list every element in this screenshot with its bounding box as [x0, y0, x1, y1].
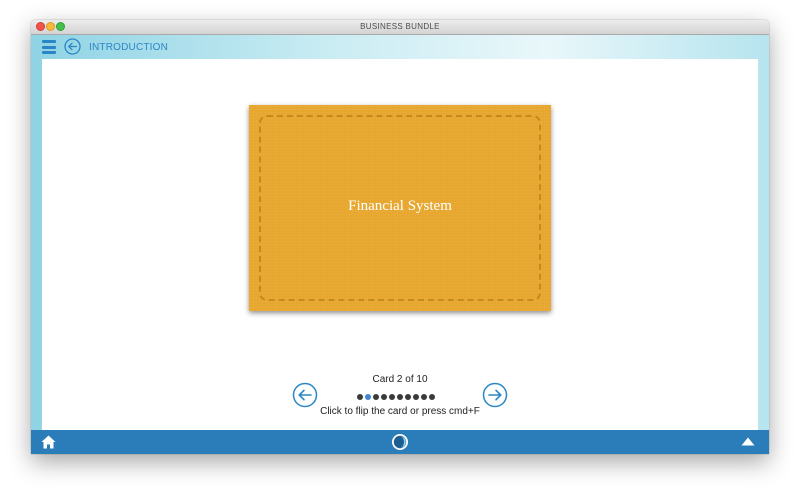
title-bar: BUSINESS BUNDLE	[31, 20, 769, 35]
pagination-dot[interactable]	[397, 394, 403, 400]
pagination-dot[interactable]	[389, 394, 395, 400]
card-area: Financial System Card 2 of 10 Click to f…	[42, 59, 758, 430]
hamburger-icon[interactable]	[42, 40, 56, 54]
pagination-dot[interactable]	[413, 394, 419, 400]
card-counter: Card 2 of 10	[372, 374, 428, 385]
pagination-dot[interactable]	[357, 394, 363, 400]
pagination-dots	[357, 394, 435, 400]
pagination-dot[interactable]	[421, 394, 427, 400]
caret-up-icon[interactable]	[741, 437, 755, 446]
home-icon[interactable]	[41, 435, 56, 449]
flip-hint: Click to flip the card or press cmd+F	[320, 406, 480, 417]
bottom-bar	[31, 430, 769, 454]
pagination-dot[interactable]	[429, 394, 435, 400]
card-text: Financial System	[348, 198, 452, 214]
app-window: BUSINESS BUNDLE INTRODUCTION Financial S…	[31, 20, 769, 454]
next-card-button[interactable]	[482, 382, 508, 408]
page-title: INTRODUCTION	[89, 42, 169, 53]
pagination-dot[interactable]	[405, 394, 411, 400]
pagination-dot[interactable]	[381, 394, 387, 400]
header-bar: INTRODUCTION	[31, 35, 769, 59]
app-logo-icon	[392, 434, 408, 450]
pagination-dot[interactable]	[373, 394, 379, 400]
flash-card[interactable]: Financial System	[249, 105, 551, 311]
previous-card-button[interactable]	[292, 382, 318, 408]
pagination-dot[interactable]	[365, 394, 371, 400]
app-frame: INTRODUCTION Financial System Card 2 of …	[31, 35, 769, 454]
window-title: BUSINESS BUNDLE	[360, 22, 440, 31]
back-arrow-icon[interactable]	[64, 38, 81, 55]
